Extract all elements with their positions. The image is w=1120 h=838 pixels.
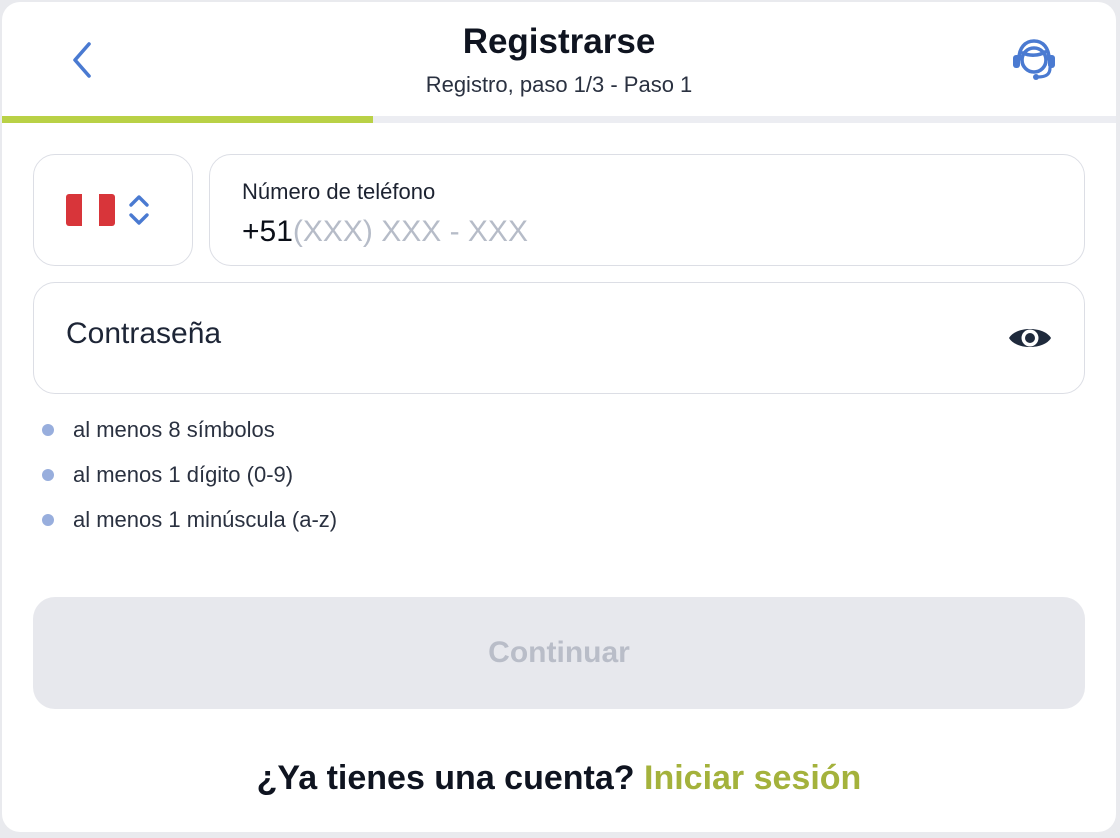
chevron-up-down-icon bbox=[129, 195, 149, 225]
progress-fill bbox=[2, 116, 373, 123]
phone-number-field[interactable]: Número de teléfono +51 bbox=[209, 154, 1085, 266]
country-code-selector[interactable] bbox=[33, 154, 193, 266]
support-button[interactable] bbox=[1004, 32, 1064, 88]
phone-number-input[interactable] bbox=[292, 215, 793, 249]
login-question: ¿Ya tienes una cuenta? bbox=[256, 759, 635, 797]
bullet-icon bbox=[42, 514, 54, 526]
show-password-button[interactable] bbox=[1002, 313, 1058, 363]
bullet-icon bbox=[42, 469, 54, 481]
continue-button[interactable]: Continuar bbox=[33, 597, 1085, 709]
flag-stripe-left bbox=[66, 194, 83, 226]
flag-stripe-center bbox=[82, 194, 99, 226]
password-field[interactable] bbox=[33, 282, 1085, 394]
registration-card: Registrarse Registro, paso 1/3 - Paso 1 … bbox=[2, 2, 1116, 832]
bullet-icon bbox=[42, 424, 54, 436]
step-subtitle: Registro, paso 1/3 - Paso 1 bbox=[425, 72, 693, 97]
phone-prefix: +51 bbox=[242, 215, 293, 248]
headset-support-icon bbox=[1013, 39, 1055, 80]
password-input[interactable] bbox=[66, 317, 966, 351]
page-title: Registrarse bbox=[462, 22, 656, 61]
phone-value-row: +51 bbox=[242, 215, 793, 249]
phone-number-label: Número de teléfono bbox=[242, 179, 436, 204]
eye-icon bbox=[1009, 329, 1051, 347]
login-prompt: ¿Ya tienes una cuenta? Iniciar sesión bbox=[2, 759, 1116, 798]
progress-bar bbox=[2, 116, 1116, 123]
flag-stripe-right bbox=[98, 194, 115, 226]
login-link[interactable]: Iniciar sesión bbox=[644, 759, 861, 797]
peru-flag-icon bbox=[66, 194, 115, 226]
